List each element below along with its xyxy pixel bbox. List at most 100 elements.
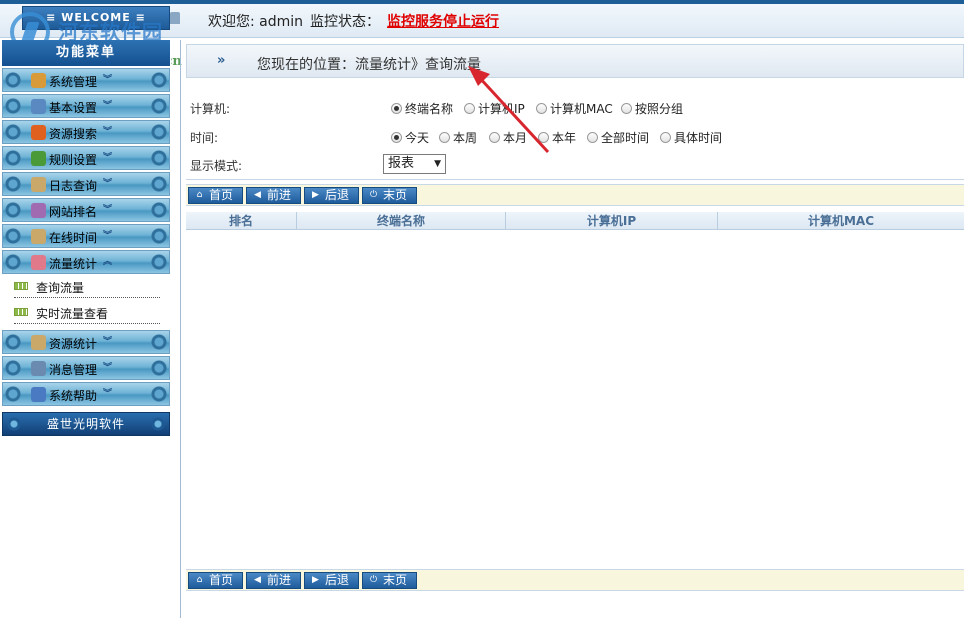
- top-bar: ≡ WELCOME ≡ 欢迎您: admin 监控状态： 监控服务停止运行: [0, 0, 964, 38]
- chevron-down-icon: ︾: [103, 205, 113, 215]
- knob-icon: [5, 97, 21, 115]
- column-header-computer-mac[interactable]: 计算机MAC: [718, 212, 964, 230]
- computer-radio-3[interactable]: 按照分组: [621, 100, 683, 117]
- sidebar-item-6[interactable]: 在线时间 ︾: [2, 224, 170, 248]
- column-header-terminal-name[interactable]: 终端名称: [297, 212, 506, 230]
- sidebar-footer: 盛世光明软件: [2, 412, 170, 436]
- time-filter-label: 时间:: [190, 131, 219, 145]
- time-radio-5[interactable]: 具体时间: [660, 129, 722, 146]
- help-icon: [31, 387, 46, 402]
- sidebar-item-label: 规则设置: [49, 153, 98, 167]
- prev-page-button[interactable]: ◀ 前进: [246, 187, 301, 204]
- radio-label: 终端名称: [405, 102, 454, 116]
- last-page-button[interactable]: ⏻ 末页: [362, 187, 417, 204]
- computer-radio-1[interactable]: 计算机IP: [464, 100, 525, 117]
- clock-icon: [31, 229, 46, 244]
- chevron-down-icon: ︾: [103, 127, 113, 137]
- radio-icon: [489, 132, 500, 143]
- sidebar-item-label: 资源搜索: [49, 127, 98, 141]
- knob-icon: [151, 385, 167, 403]
- home-icon: ⌂: [196, 190, 203, 200]
- breadcrumb-arrows-icon: »: [217, 53, 226, 68]
- sidebar-subitem-0[interactable]: 查询流量: [14, 274, 160, 298]
- column-header-rank[interactable]: 排名: [186, 212, 297, 230]
- rank-icon: [31, 203, 46, 218]
- time-radio-3[interactable]: 本年: [538, 129, 576, 146]
- sidebar-item-1[interactable]: 消息管理 ︾: [2, 356, 170, 380]
- prev-page-button-bottom[interactable]: ◀ 前进: [246, 572, 301, 589]
- sidebar-subitem-label: 实时流量查看: [36, 307, 109, 321]
- bullet-icon: [14, 308, 28, 316]
- pager-top: ⌂ 首页 ◀ 前进 ▶ 后退 ⏻ 末页: [186, 184, 964, 206]
- radio-label: 计算机MAC: [550, 102, 613, 116]
- time-radio-2[interactable]: 本月: [489, 129, 527, 146]
- sidebar-item-label: 流量统计: [49, 257, 98, 271]
- sidebar-subitem-label: 查询流量: [36, 281, 85, 295]
- sidebar-item-0[interactable]: 资源统计 ︾: [2, 330, 170, 354]
- knob-icon: [5, 227, 21, 245]
- sidebar-item-3[interactable]: 规则设置 ︾: [2, 146, 170, 170]
- first-page-button[interactable]: ⌂ 首页: [188, 187, 243, 204]
- chevron-up-icon: ︽: [103, 257, 113, 267]
- sidebar-subitem-1[interactable]: 实时流量查看: [14, 300, 160, 324]
- user-icon: [170, 12, 180, 24]
- chevron-down-icon: ︾: [103, 179, 113, 189]
- time-radio-0[interactable]: 今天: [391, 129, 429, 146]
- table-body: [186, 231, 964, 569]
- sidebar-item-0[interactable]: 系统管理 ︾: [2, 68, 170, 92]
- radio-label: 计算机IP: [478, 102, 525, 116]
- filter-panel: 计算机: 终端名称 计算机IP 计算机MAC 按照分组 时间: 今天 本周 本月 本年 全部时…: [186, 88, 964, 180]
- sidebar-item-label: 网站排名: [49, 205, 98, 219]
- pie-chart-icon: [31, 255, 46, 270]
- first-page-button-bottom[interactable]: ⌂ 首页: [188, 572, 243, 589]
- sidebar-item-4[interactable]: 日志查询 ︾: [2, 172, 170, 196]
- display-mode-select[interactable]: 报表 ▼: [383, 154, 446, 174]
- sidebar-item-label: 消息管理: [49, 363, 98, 377]
- sidebar-item-2[interactable]: 资源搜索 ︾: [2, 120, 170, 144]
- chart-icon: [31, 151, 46, 166]
- power-icon: ⏻: [369, 190, 378, 200]
- welcome-text: 欢迎您: admin: [208, 14, 304, 30]
- arrow-left-icon: ◀: [254, 190, 261, 200]
- next-page-button-bottom[interactable]: ▶ 后退: [304, 572, 359, 589]
- sidebar-item-label: 日志查询: [49, 179, 98, 193]
- radio-label: 本年: [552, 131, 577, 145]
- knob-icon: [151, 227, 167, 245]
- knob-left-icon: [6, 416, 22, 432]
- sidebar-item-5[interactable]: 网站排名 ︾: [2, 198, 170, 222]
- radio-label: 本周: [453, 131, 478, 145]
- radio-label: 今天: [405, 131, 430, 145]
- chevron-down-icon: ︾: [103, 363, 113, 373]
- next-page-button[interactable]: ▶ 后退: [304, 187, 359, 204]
- knob-icon: [5, 333, 21, 351]
- radio-icon: [660, 132, 671, 143]
- sidebar: 功能菜单 系统管理 ︾ 基本设置 ︾ 资源搜索 ︾ 规则设置 ︾ 日志查询 ︾ 网站排名 ︾ 在线时间 ︾…: [0, 40, 171, 618]
- radio-icon: [439, 132, 450, 143]
- knob-icon: [151, 201, 167, 219]
- sidebar-item-7[interactable]: 流量统计 ︽: [2, 250, 170, 274]
- chevron-down-icon: ︾: [103, 389, 113, 399]
- power-icon: ⏻: [369, 575, 378, 585]
- radio-label: 具体时间: [674, 131, 723, 145]
- computer-radio-0[interactable]: 终端名称: [391, 100, 453, 117]
- time-radio-4[interactable]: 全部时间: [587, 129, 649, 146]
- knob-right-icon: [150, 416, 166, 432]
- sidebar-item-2[interactable]: 系统帮助 ︾: [2, 382, 170, 406]
- column-header-computer-ip[interactable]: 计算机IP: [506, 212, 718, 230]
- radio-label: 按照分组: [635, 102, 684, 116]
- last-page-button-bottom[interactable]: ⏻ 末页: [362, 572, 417, 589]
- sidebar-item-1[interactable]: 基本设置 ︾: [2, 94, 170, 118]
- time-radio-1[interactable]: 本周: [439, 129, 477, 146]
- table-header: 排名 终端名称 计算机IP 计算机MAC: [186, 212, 964, 230]
- computer-radio-2[interactable]: 计算机MAC: [536, 100, 613, 117]
- status-label: 监控状态：: [310, 14, 380, 30]
- top-stripe: [0, 0, 964, 4]
- knob-icon: [5, 175, 21, 193]
- chevron-down-icon: ︾: [103, 75, 113, 85]
- knob-icon: [5, 149, 21, 167]
- monitor-status-link[interactable]: 监控服务停止运行: [387, 11, 499, 31]
- radio-icon: [536, 103, 547, 114]
- knob-icon: [5, 123, 21, 141]
- sidebar-footer-label: 盛世光明软件: [46, 417, 125, 431]
- knob-icon: [5, 71, 21, 89]
